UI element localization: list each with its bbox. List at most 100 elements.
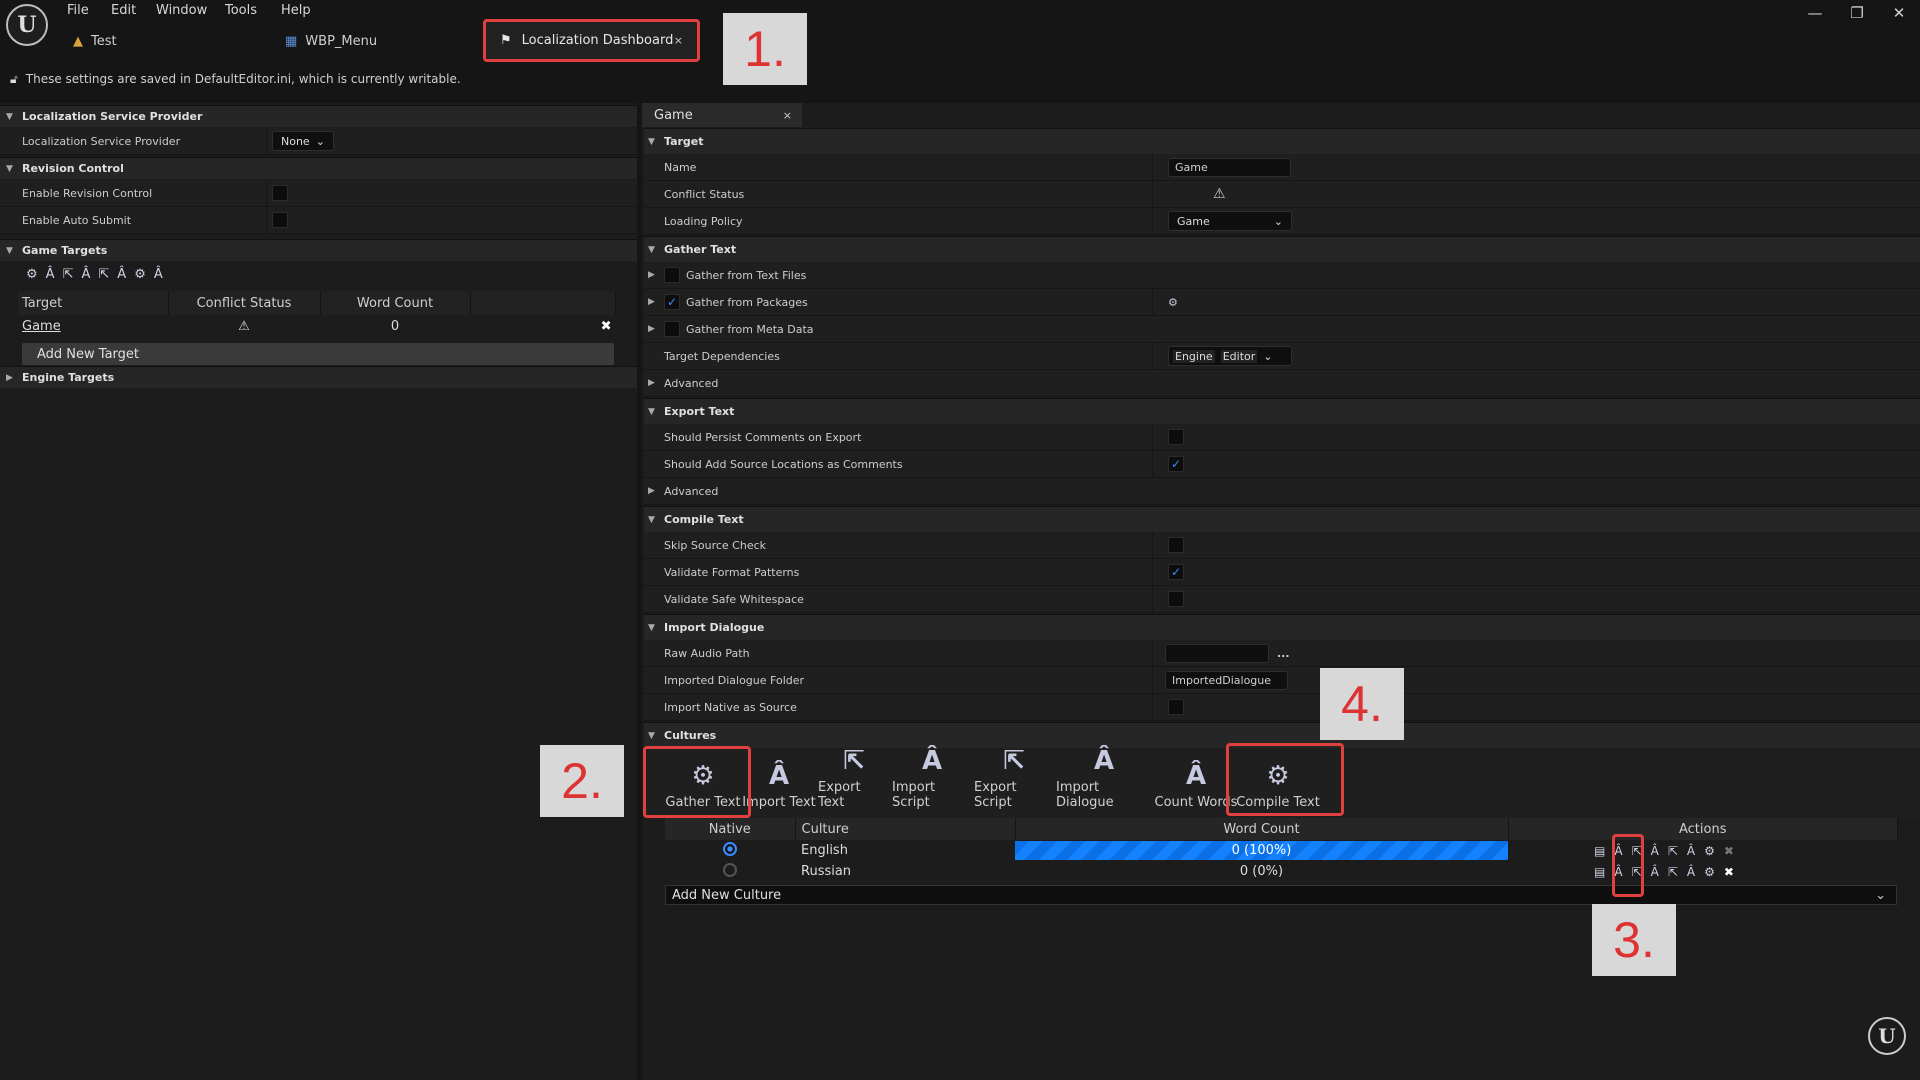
target-name-link[interactable]: Game	[18, 315, 168, 338]
import-dialogue-icon[interactable]: Â	[1687, 865, 1695, 879]
section-revision-control[interactable]: ▼ Revision Control	[0, 157, 637, 179]
import-dialogue-button[interactable]: Â Import Dialogue	[1056, 746, 1152, 814]
close-tab-icon[interactable]: ×	[674, 34, 683, 47]
native-radio-russian[interactable]	[723, 862, 737, 877]
delete-culture-icon[interactable]: ✖	[1724, 844, 1734, 858]
compile-icon[interactable]: ⚙	[1704, 865, 1715, 879]
edit-translations-icon[interactable]: ▤	[1594, 844, 1605, 858]
section-export-text[interactable]: ▼ Export Text	[644, 398, 1920, 424]
import-script-icon[interactable]: Â	[81, 267, 90, 282]
section-gather-text[interactable]: ▼ Gather Text	[644, 236, 1920, 262]
imported-folder-input[interactable]: ImportedDialogue	[1165, 670, 1288, 690]
menu-tools[interactable]: Tools	[225, 3, 257, 21]
section-label: Game Targets	[22, 244, 108, 257]
native-radio-english[interactable]	[723, 841, 737, 856]
row-export-advanced[interactable]: ▶ Advanced	[644, 478, 1920, 505]
col-actions	[470, 291, 616, 315]
loading-policy-dropdown[interactable]: Game ⌄	[1168, 211, 1292, 231]
export-text-icon[interactable]: ⇱	[63, 267, 74, 282]
edit-translations-icon[interactable]: ▤	[1594, 865, 1605, 879]
target-deps-dropdown[interactable]: Engine Editor ⌄	[1168, 346, 1292, 366]
table-row[interactable]: Game ⚠ 0 ✖	[18, 315, 616, 338]
lsp-dropdown[interactable]: None ⌄	[272, 131, 334, 151]
import-text-icon[interactable]: Â	[46, 267, 55, 282]
expand-arrow-icon[interactable]: ▶	[648, 324, 655, 334]
row-gather-meta: ▶ Gather from Meta Data	[644, 316, 1920, 343]
import-script-icon[interactable]: Â	[1651, 865, 1659, 879]
section-label: Import Dialogue	[664, 621, 765, 634]
export-script-icon[interactable]: ⇱	[1668, 844, 1678, 858]
gather-text-files-checkbox[interactable]	[664, 267, 680, 283]
validate-ws-checkbox[interactable]	[1168, 591, 1184, 607]
section-target[interactable]: ▼ Target	[644, 128, 1920, 154]
tab-localization-dashboard[interactable]: ⚑ Localization Dashboard ×	[483, 19, 700, 62]
section-localization-service-provider[interactable]: ▼ Localization Service Provider	[0, 105, 637, 127]
persist-comments-checkbox[interactable]	[1168, 429, 1184, 445]
delete-target-icon[interactable]: ✖	[470, 315, 616, 338]
validate-format-checkbox[interactable]: ✓	[1168, 564, 1184, 580]
count-words-icon[interactable]: Â	[154, 267, 163, 282]
compile-icon[interactable]: ⚙	[1704, 844, 1715, 858]
unreal-logo-icon[interactable]: U	[6, 4, 48, 46]
gather-icon[interactable]: ⚙	[26, 267, 38, 282]
row-gather-advanced[interactable]: ▶ Advanced	[644, 370, 1920, 397]
export-script-icon[interactable]: ⇱	[1668, 865, 1678, 879]
settings-panel: ▼ Localization Service Provider Localiza…	[0, 103, 637, 1080]
import-script-button[interactable]: Â Import Script	[892, 746, 972, 814]
gather-meta-checkbox[interactable]	[664, 321, 680, 337]
tab-game[interactable]: Game ×	[642, 103, 802, 127]
minimize-button[interactable]: —	[1798, 2, 1832, 24]
collapse-arrow-icon: ▼	[648, 406, 655, 417]
skip-source-checkbox[interactable]	[1168, 537, 1184, 553]
export-script-button[interactable]: ⇱ Export Script	[974, 746, 1054, 814]
enable-auto-checkbox[interactable]	[272, 212, 288, 228]
export-script-icon[interactable]: ⇱	[98, 267, 109, 282]
expand-arrow-icon[interactable]: ▶	[648, 270, 655, 280]
delete-culture-icon[interactable]: ✖	[1724, 865, 1734, 879]
row-import-native: Import Native as Source	[644, 694, 1920, 721]
import-dialogue-icon[interactable]: Â	[1687, 844, 1695, 858]
menu-help[interactable]: Help	[281, 3, 311, 21]
add-new-culture-dropdown[interactable]: Add New Culture ⌄	[665, 885, 1897, 905]
add-new-target-button[interactable]: Add New Target	[22, 343, 614, 365]
validate-format-label: Validate Format Patterns	[664, 565, 800, 579]
expand-arrow-icon[interactable]: ▶	[648, 297, 655, 307]
tab-wbp-menu[interactable]: ▦ WBP_Menu	[285, 28, 377, 54]
gather-packages-checkbox[interactable]: ✓	[664, 294, 680, 310]
compile-icon[interactable]: ⚙	[134, 267, 146, 282]
gather-settings-icon[interactable]: ⚙	[1168, 296, 1178, 309]
deps-engine-chip: Engine	[1173, 349, 1215, 363]
add-source-locs-label: Should Add Source Locations as Comments	[664, 457, 903, 471]
restore-button[interactable]: ❐	[1840, 2, 1874, 24]
section-import-dialogue[interactable]: ▼ Import Dialogue	[644, 614, 1920, 640]
row-skip-source-check: Skip Source Check	[644, 532, 1920, 559]
chevron-down-icon: ⌄	[1875, 887, 1886, 903]
section-engine-targets[interactable]: ▶ Engine Targets	[0, 366, 637, 388]
section-game-targets[interactable]: ▼ Game Targets	[0, 239, 637, 261]
export-text-button[interactable]: ⇱ Export Text	[818, 746, 890, 814]
menu-window[interactable]: Window	[156, 3, 207, 21]
table-row: English 0 (100%) ▤ Â ⇱ Â ⇱ Â ⚙ ✖	[665, 840, 1898, 861]
col-word-count: Word Count	[1015, 818, 1509, 840]
section-label: Compile Text	[664, 513, 744, 526]
import-script-icon[interactable]: Â	[1651, 844, 1659, 858]
section-compile-text[interactable]: ▼ Compile Text	[644, 506, 1920, 532]
import-native-checkbox[interactable]	[1168, 699, 1184, 715]
tab-test[interactable]: ▲ Test	[73, 28, 117, 54]
add-source-locs-checkbox[interactable]: ✓	[1168, 456, 1184, 472]
name-input[interactable]: Game	[1168, 157, 1291, 177]
raw-audio-input[interactable]	[1165, 643, 1269, 663]
menu-file[interactable]: File	[67, 3, 89, 21]
skip-source-label: Skip Source Check	[664, 538, 767, 552]
enable-rc-checkbox[interactable]	[272, 185, 288, 201]
import-text-button[interactable]: Â Import Text	[742, 752, 816, 814]
section-label: Gather Text	[664, 243, 737, 256]
close-window-button[interactable]: ✕	[1882, 2, 1916, 24]
menu-edit[interactable]: Edit	[111, 3, 136, 21]
close-tab-icon[interactable]: ×	[783, 109, 792, 122]
row-gather-text-files: ▶ Gather from Text Files	[644, 262, 1920, 289]
browse-button[interactable]: ...	[1277, 647, 1290, 660]
export-script-icon: ⇱	[1003, 746, 1025, 776]
col-native: Native	[665, 818, 796, 840]
import-dialogue-icon[interactable]: Â	[117, 267, 126, 282]
